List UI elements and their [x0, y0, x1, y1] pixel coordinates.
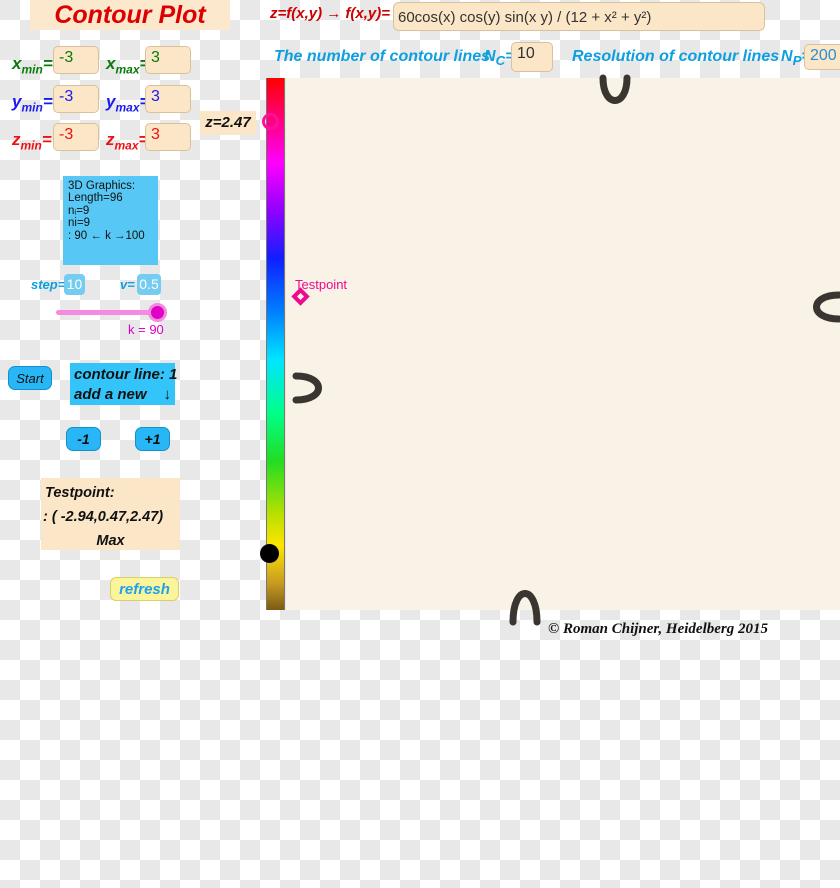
- z-min-subscript: min: [20, 138, 42, 153]
- step-input[interactable]: 10: [64, 274, 85, 295]
- info-line-nj: nᵢ=9: [68, 204, 90, 217]
- testpoint-kind: Max: [96, 533, 125, 549]
- down-arrow-icon: ↓: [163, 386, 172, 403]
- z-min-value: -3: [59, 126, 74, 143]
- colorbar-origin-marker-icon[interactable]: [260, 544, 279, 563]
- v-value: 0.5: [139, 276, 159, 292]
- k-slider-track[interactable]: [56, 310, 158, 315]
- contour-segment-c-right: [813, 291, 840, 323]
- contour-resolution-label: Resolution of contour lines: [572, 48, 780, 65]
- k-slider-value-label: k = 90: [128, 322, 164, 337]
- copyright-notice: © Roman Chijner, Heidelberg 2015: [548, 621, 768, 637]
- x-min-input[interactable]: -3: [53, 46, 99, 74]
- contour-line-row: contour line: 1: [74, 365, 177, 385]
- page-title: Contour Plot: [30, 0, 230, 30]
- contour-line-panel[interactable]: contour line: 1 add a new ↓: [70, 363, 177, 405]
- function-prefix-label: z=f(x,y) → f(x,y)=: [270, 5, 391, 22]
- step-label: step=: [31, 277, 65, 292]
- contour-line-count: contour line: 1: [74, 366, 178, 383]
- start-button[interactable]: Start: [8, 366, 52, 390]
- y-min-value: -3: [59, 88, 74, 105]
- k-slider-handle[interactable]: [148, 303, 167, 322]
- x-max-label: xmax=: [106, 54, 149, 76]
- colorbar-z-marker-icon[interactable]: [262, 113, 279, 130]
- add-new-label: add a new: [74, 386, 147, 403]
- refresh-button[interactable]: refresh: [110, 577, 179, 601]
- v-equals: =: [127, 277, 135, 292]
- color-scale-bar[interactable]: [266, 78, 285, 610]
- info-line-krange: : 90 ← k →100: [68, 229, 145, 242]
- y-min-subscript: min: [21, 100, 43, 115]
- contour-count-symbol: NC=: [484, 48, 515, 68]
- z-max-value: 3: [151, 126, 160, 143]
- function-expression-input[interactable]: 60cos(x) cos(y) sin(x y) / (12 + x² + y²…: [393, 2, 765, 31]
- info-line-ni: ni=9: [68, 217, 91, 230]
- y-max-input[interactable]: 3: [145, 85, 191, 113]
- contour-resolution-input[interactable]: 200: [804, 44, 840, 70]
- step-label-text: step: [31, 277, 58, 292]
- x-max-subscript: max: [115, 62, 140, 77]
- x-min-label: xmin=: [12, 54, 53, 76]
- y-max-label: ymax=: [106, 92, 149, 114]
- graphics-info-panel: 3D Graphics: Length=96 nᵢ=9 ni=9 : 90 ← …: [63, 176, 158, 265]
- y-min-input[interactable]: -3: [53, 85, 99, 113]
- contour-segment-u-top: [599, 74, 631, 104]
- z-max-label: zmax=: [106, 130, 148, 152]
- contour-count-input[interactable]: 10: [511, 42, 553, 72]
- info-line-length: Length=96: [68, 192, 123, 205]
- increment-button[interactable]: +1: [135, 427, 170, 451]
- contour-plot-canvas[interactable]: [283, 74, 840, 626]
- z-min-equals: =: [41, 130, 52, 149]
- add-new-row[interactable]: add a new ↓: [74, 385, 171, 405]
- z-value-readout: z=2.47: [200, 111, 256, 135]
- y-min-label: ymin=: [12, 92, 53, 114]
- x-min-value: -3: [59, 49, 74, 66]
- v-input[interactable]: 0.5: [137, 274, 161, 295]
- v-label: v=: [120, 277, 135, 292]
- testpoint-info-panel: Testpoint: : ( -2.94,0.47,2.47) Max: [41, 478, 180, 550]
- z-max-input[interactable]: 3: [145, 123, 191, 151]
- testpoint-coordinates: : ( -2.94,0.47,2.47): [43, 509, 164, 525]
- nc-symbol: N: [484, 48, 496, 65]
- x-max-value: 3: [151, 49, 160, 66]
- np-symbol: N: [781, 48, 793, 65]
- info-line-title: 3D Graphics:: [68, 180, 136, 192]
- contour-count-label: The number of contour lines: [274, 48, 491, 65]
- z-max-symbol: z: [106, 130, 115, 149]
- y-min-equals: =: [42, 92, 53, 111]
- z-min-label: zmin=: [12, 130, 52, 152]
- contour-segment-d-left: [292, 372, 322, 404]
- z-min-symbol: z: [12, 130, 21, 149]
- contour-resolution-value: 200: [810, 47, 837, 64]
- x-min-subscript: min: [21, 62, 43, 77]
- x-max-input[interactable]: 3: [145, 46, 191, 74]
- z-min-input[interactable]: -3: [53, 123, 99, 151]
- y-max-value: 3: [151, 88, 160, 105]
- decrement-button[interactable]: -1: [66, 427, 101, 451]
- contour-segment-arch-bottom: [509, 590, 541, 626]
- contour-count-value: 10: [517, 45, 535, 62]
- y-max-subscript: max: [115, 100, 140, 115]
- step-value: 10: [66, 276, 83, 292]
- x-min-equals: =: [42, 54, 53, 73]
- testpoint-panel-title: Testpoint:: [45, 485, 115, 501]
- z-max-subscript: max: [114, 138, 139, 153]
- nc-subscript: C: [495, 53, 506, 69]
